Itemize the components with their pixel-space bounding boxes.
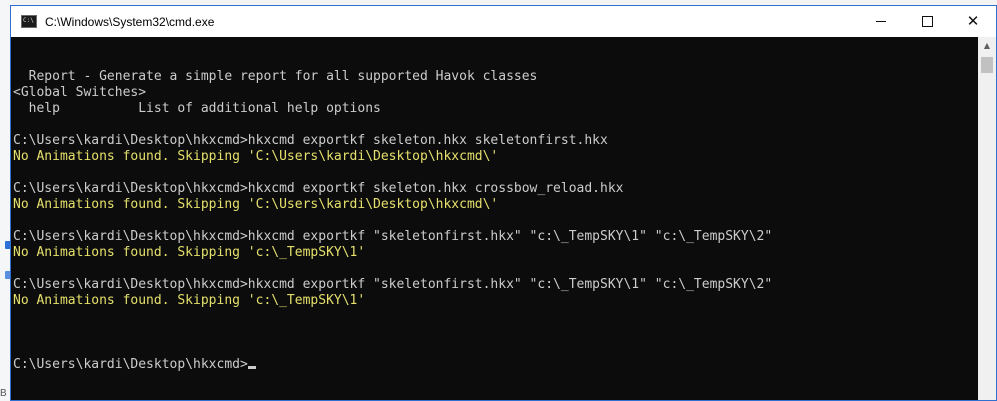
- console-lines: Report - Generate a simple report for al…: [13, 69, 972, 325]
- scroll-up-arrow-icon: ▲: [983, 41, 991, 50]
- console-line: C:\Users\kardi\Desktop\hkxcmd>hkxcmd exp…: [13, 181, 624, 196]
- window-controls: ✕: [858, 6, 996, 37]
- console-line: C:\Users\kardi\Desktop\hkxcmd>hkxcmd exp…: [13, 133, 608, 148]
- console-line: Report - Generate a simple report for al…: [13, 69, 538, 84]
- console-line: C:\Users\kardi\Desktop\hkxcmd>hkxcmd exp…: [13, 277, 773, 292]
- window-title: C:\Windows\System32\cmd.exe: [45, 14, 215, 29]
- minimize-icon: [876, 21, 886, 22]
- console-output[interactable]: Report - Generate a simple report for al…: [11, 37, 972, 400]
- maximize-icon: [921, 16, 933, 27]
- console-line: C:\Users\kardi\Desktop\hkxcmd>hkxcmd exp…: [13, 229, 773, 244]
- scroll-thumb[interactable]: [981, 57, 993, 73]
- text-cursor: [247, 366, 256, 369]
- close-button[interactable]: ✕: [950, 6, 996, 37]
- cmd-console-icon[interactable]: [21, 15, 37, 28]
- console-line: help List of additional help options: [13, 101, 381, 116]
- console-warning-line: No Animations found. Skipping 'C:\Users\…: [13, 197, 499, 212]
- prompt-line[interactable]: C:\Users\kardi\Desktop\hkxcmd>: [13, 357, 972, 373]
- minimize-button[interactable]: [858, 6, 904, 37]
- console-warning-line: No Animations found. Skipping 'c:\_TempS…: [13, 293, 366, 308]
- console-warning-line: No Animations found. Skipping 'C:\Users\…: [13, 149, 499, 164]
- close-icon: ✕: [966, 12, 980, 30]
- command-prompt: C:\Users\kardi\Desktop\hkxcmd>: [13, 357, 248, 372]
- console-warning-line: No Animations found. Skipping 'c:\_TempS…: [13, 245, 366, 260]
- maximize-button[interactable]: [904, 6, 950, 37]
- console-line: <Global Switches>: [13, 85, 147, 100]
- title-bar[interactable]: C:\Windows\System32\cmd.exe ✕: [11, 6, 996, 37]
- vertical-scrollbar[interactable]: ▲: [978, 37, 996, 400]
- scroll-up-button[interactable]: ▲: [978, 37, 996, 54]
- cmd-window[interactable]: C:\Windows\System32\cmd.exe ✕ Report - G…: [10, 5, 997, 401]
